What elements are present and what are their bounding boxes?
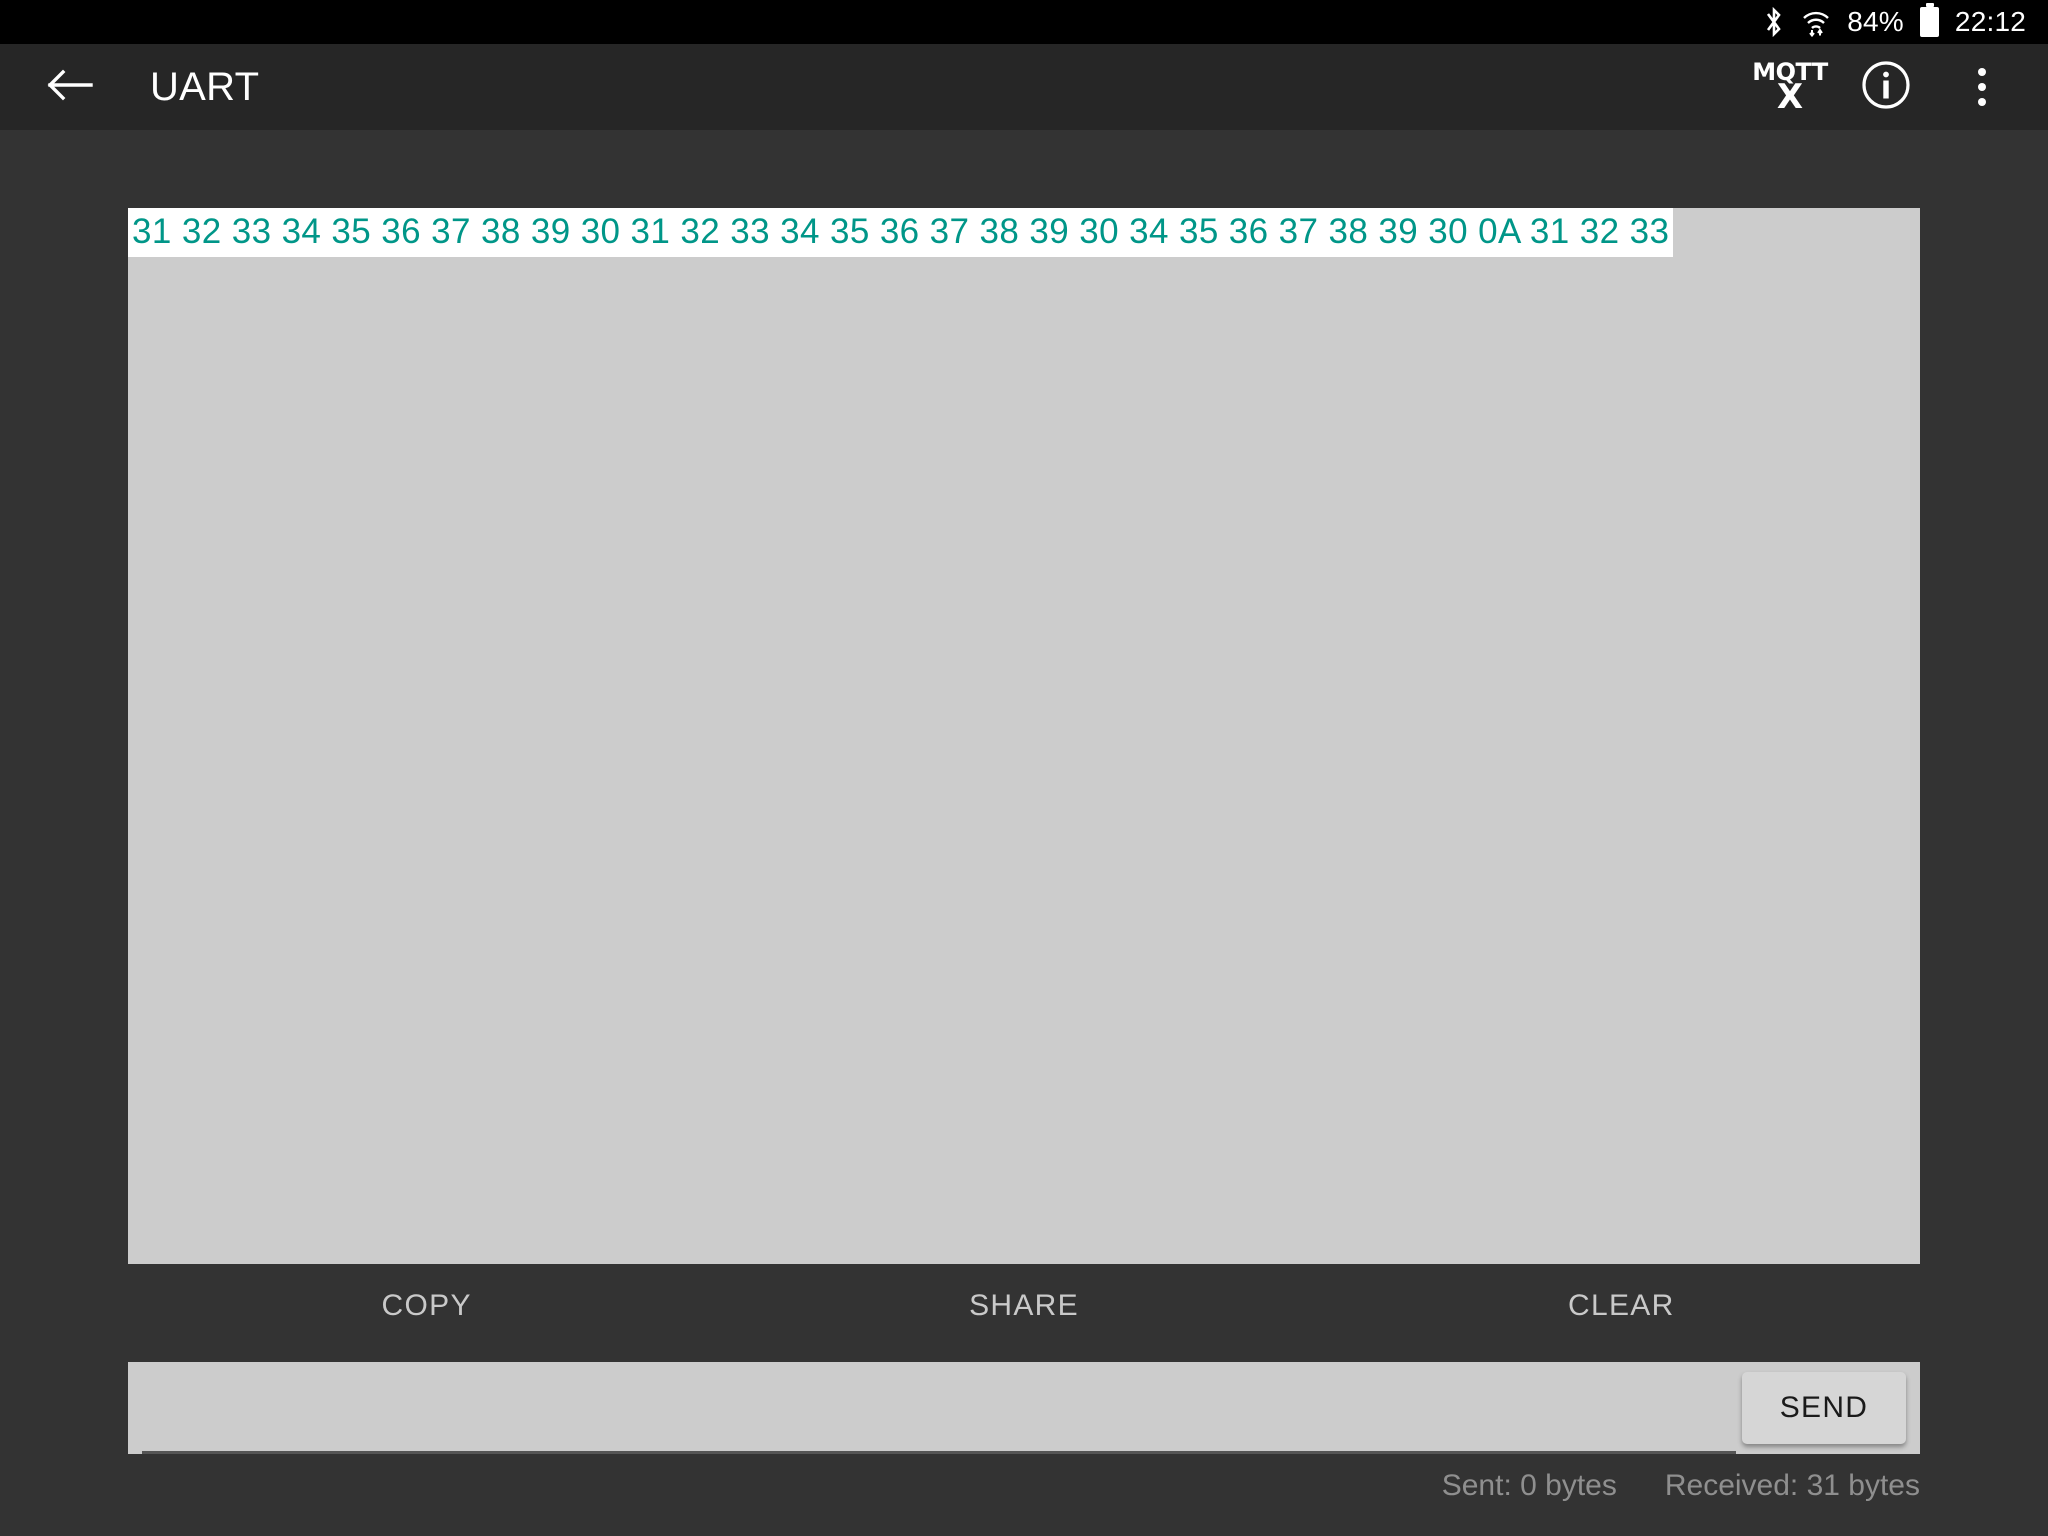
terminal-action-row: COPY SHARE CLEAR <box>128 1264 1920 1348</box>
page-title: UART <box>150 64 260 109</box>
send-input[interactable] <box>142 1362 1736 1454</box>
overflow-menu-icon <box>1978 68 1986 106</box>
received-bytes-label: Received: 31 bytes <box>1664 1469 1920 1502</box>
wifi-icon <box>1801 7 1831 37</box>
copy-button[interactable]: COPY <box>128 1289 725 1323</box>
bluetooth-icon <box>1763 7 1785 37</box>
mqtt-logo-bottom-label: X <box>1776 77 1804 117</box>
overflow-menu-button[interactable] <box>1934 44 2030 130</box>
battery-icon <box>1919 3 1939 37</box>
app-screen: 84% 22:12 UART MQTT X 31 32 33 34 35 36 … <box>0 0 2048 1536</box>
mqtt-x-icon: MQTT X <box>1752 60 1828 114</box>
send-button[interactable]: SEND <box>1742 1372 1906 1444</box>
back-button[interactable] <box>24 44 116 130</box>
info-button[interactable] <box>1838 44 1934 130</box>
send-row: SEND <box>128 1362 1920 1454</box>
info-icon <box>1860 59 1912 116</box>
app-bar-actions: MQTT X <box>1742 44 2048 130</box>
clear-button[interactable]: CLEAR <box>1323 1289 1920 1323</box>
battery-percent-label: 84% <box>1847 6 1904 37</box>
terminal-output[interactable]: 31 32 33 34 35 36 37 38 39 30 31 32 33 3… <box>128 208 1920 1264</box>
back-arrow-icon <box>45 65 95 110</box>
terminal-line: 31 32 33 34 35 36 37 38 39 30 31 32 33 3… <box>128 208 1674 257</box>
mqtt-x-button[interactable]: MQTT X <box>1742 44 1838 130</box>
status-bar: 84% 22:12 <box>0 0 2048 44</box>
byte-counters: Sent: 0 bytes Received: 31 bytes <box>0 1468 2048 1536</box>
sent-bytes-label: Sent: 0 bytes <box>1441 1469 1617 1502</box>
share-button[interactable]: SHARE <box>725 1289 1322 1323</box>
status-bar-items: 84% 22:12 <box>1763 3 2026 37</box>
clock-label: 22:12 <box>1954 6 2026 37</box>
app-bar: UART MQTT X <box>0 44 2048 130</box>
